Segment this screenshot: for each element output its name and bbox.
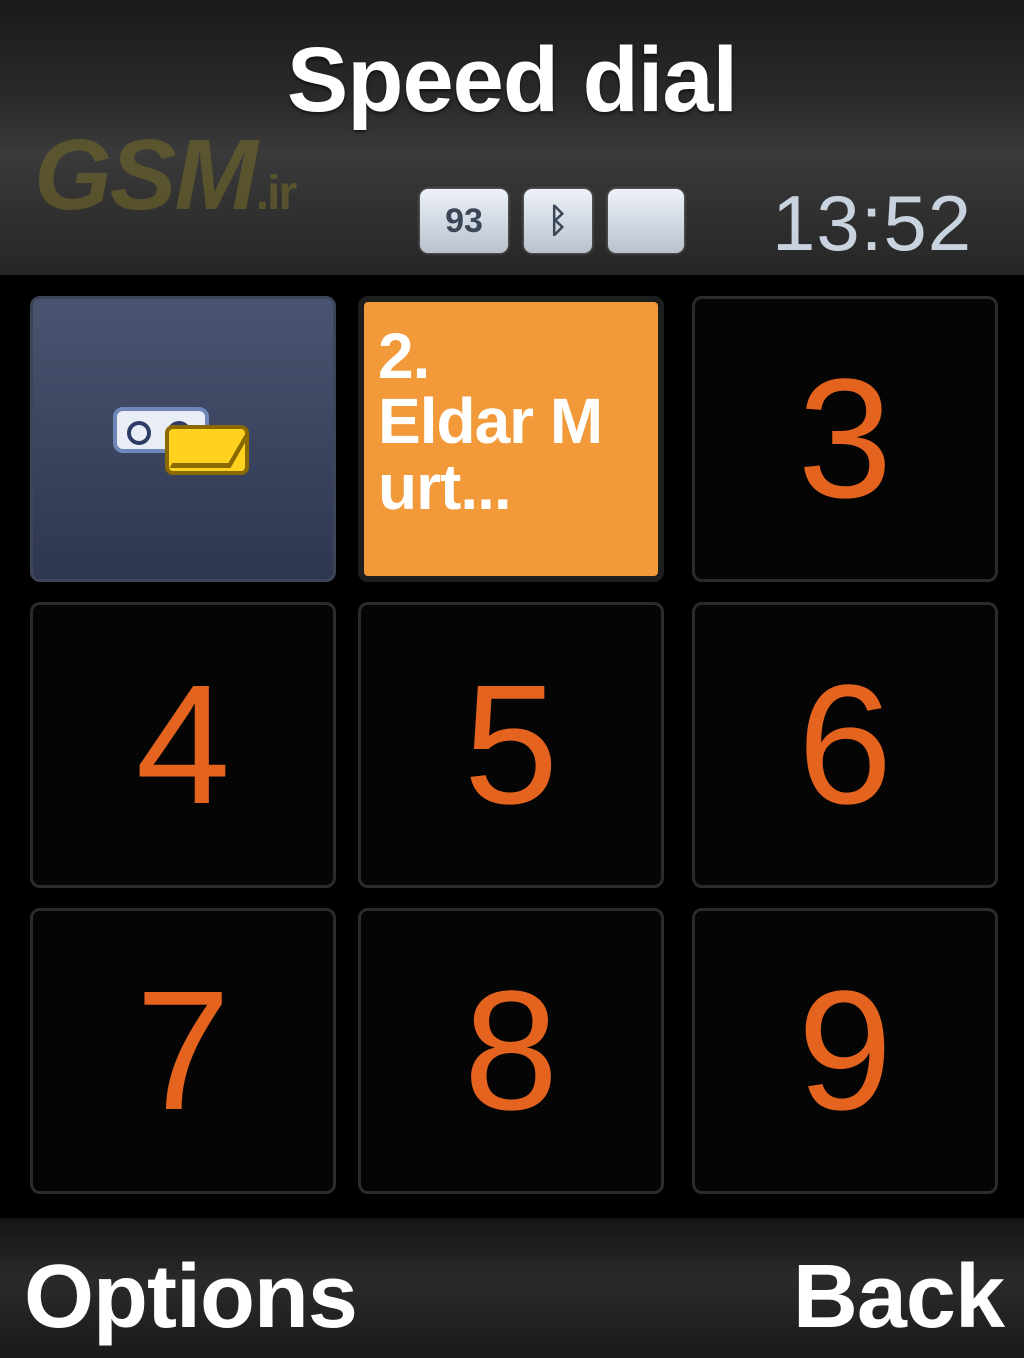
speed-dial-slot-2[interactable]: 2. Eldar M urt... xyxy=(358,296,664,582)
speed-dial-contact-label: 2. Eldar M urt... xyxy=(378,320,603,523)
bluetooth-icon: ᛒ xyxy=(524,189,592,253)
speed-dial-grid: 2. Eldar M urt... 3 4 5 6 7 8 9 xyxy=(30,296,998,1196)
speed-dial-slot-5[interactable]: 5 xyxy=(358,602,664,888)
speed-dial-slot-1[interactable] xyxy=(30,296,336,582)
back-softkey[interactable]: Back xyxy=(793,1246,1005,1349)
speed-dial-slot-7[interactable]: 7 xyxy=(30,908,336,1194)
voicemail-icon xyxy=(113,401,253,477)
speed-dial-slot-8[interactable]: 8 xyxy=(358,908,664,1194)
slot-number: 5 xyxy=(463,650,559,840)
header-bar: GSM.ir Speed dial 93 ᛒ 13:52 xyxy=(0,0,1024,275)
slot-number: 4 xyxy=(135,650,231,840)
softkey-bar: Options Back xyxy=(0,1218,1024,1358)
memory-card-icon xyxy=(608,189,684,253)
slot-number: 9 xyxy=(797,956,893,1146)
speed-dial-slot-3[interactable]: 3 xyxy=(692,296,998,582)
speed-dial-slot-9[interactable]: 9 xyxy=(692,908,998,1194)
watermark: GSM.ir xyxy=(34,119,297,231)
slot-number: 7 xyxy=(135,956,231,1146)
page-title: Speed dial xyxy=(286,29,738,131)
options-softkey[interactable]: Options xyxy=(24,1246,358,1349)
status-icons: 93 ᛒ xyxy=(420,186,700,256)
network-icon: 93 xyxy=(420,189,508,253)
speed-dial-slot-4[interactable]: 4 xyxy=(30,602,336,888)
clock: 13:52 xyxy=(772,179,973,267)
slot-number: 8 xyxy=(463,956,559,1146)
speed-dial-slot-6[interactable]: 6 xyxy=(692,602,998,888)
slot-number: 3 xyxy=(797,344,893,534)
slot-number: 6 xyxy=(797,650,893,840)
